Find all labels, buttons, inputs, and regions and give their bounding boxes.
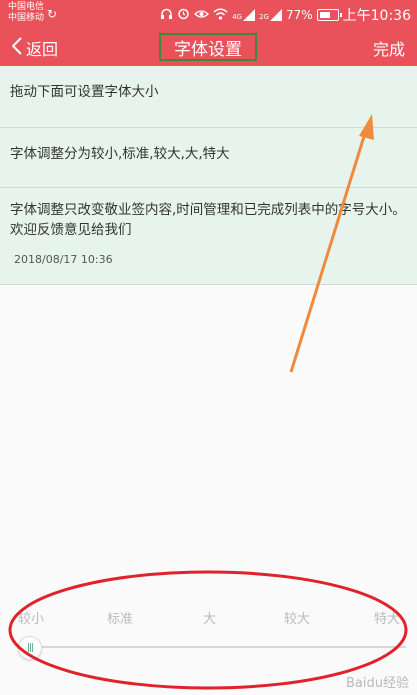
eye-icon	[194, 8, 210, 22]
grip-icon: |||	[26, 643, 34, 653]
chevron-left-icon	[11, 37, 22, 59]
battery-icon	[316, 9, 342, 21]
signal-icon-1: 4G	[232, 9, 256, 21]
note-timestamp: 2018/08/17 10:36	[14, 253, 113, 266]
done-button[interactable]: 完成	[373, 36, 405, 60]
carrier-2: 中国移动	[8, 13, 45, 23]
signal-label-1: 4G	[232, 13, 243, 21]
font-size-slider-thumb[interactable]: |||	[18, 636, 42, 660]
headset-icon	[160, 8, 173, 23]
status-bar: 中国电信 中国移动 ↻ 4G 2G 77% 上午10:36	[0, 0, 417, 30]
battery-percent: 77%	[285, 8, 313, 22]
carrier-1: 中国电信	[8, 2, 45, 12]
back-label: 返回	[26, 40, 59, 59]
font-size-labels: 较小 标准 大 较大 特大	[0, 608, 417, 628]
note-preview-list: 拖动下面可设置字体大小 字体调整分为较小,标准,较大,大,特大 字体调整只改变敬…	[0, 66, 417, 285]
signal-icon-2: 2G	[259, 9, 282, 21]
annotation-circle	[8, 570, 408, 690]
note-text: 字体调整只改变敬业签内容,时间管理和已完成列表中的字号大小。欢迎反馈意见给我们	[10, 202, 406, 238]
note-item[interactable]: 拖动下面可设置字体大小	[0, 66, 417, 128]
note-item[interactable]: 字体调整分为较小,标准,较大,大,特大	[0, 128, 417, 188]
back-button[interactable]: 返回	[11, 36, 59, 60]
alarm-icon	[177, 7, 190, 23]
wifi-icon	[213, 8, 228, 23]
size-option-large[interactable]: 大	[203, 608, 216, 627]
clock: 上午10:36	[342, 8, 411, 24]
page-title: 字体设置	[174, 39, 242, 60]
note-text: 拖动下面可设置字体大小	[10, 84, 159, 100]
status-indicators: 4G 2G 77% 上午10:36	[160, 5, 411, 25]
hotspot-icon: ↻	[47, 7, 58, 21]
watermark: Baidu经验	[346, 676, 409, 691]
size-option-larger[interactable]: 较大	[284, 608, 310, 627]
font-size-slider-track[interactable]	[18, 646, 406, 648]
carrier-info: 中国电信 中国移动	[8, 2, 44, 24]
note-item[interactable]: 字体调整只改变敬业签内容,时间管理和已完成列表中的字号大小。欢迎反馈意见给我们 …	[0, 188, 417, 285]
size-option-smaller[interactable]: 较小	[18, 608, 44, 627]
size-option-standard[interactable]: 标准	[107, 608, 133, 627]
signal-label-2: 2G	[259, 13, 269, 21]
title-highlight-box: 字体设置	[159, 33, 257, 61]
nav-bar: 返回 字体设置 完成	[0, 30, 417, 66]
size-option-extra-large[interactable]: 特大	[374, 608, 400, 627]
note-text: 字体调整分为较小,标准,较大,大,特大	[10, 146, 230, 162]
